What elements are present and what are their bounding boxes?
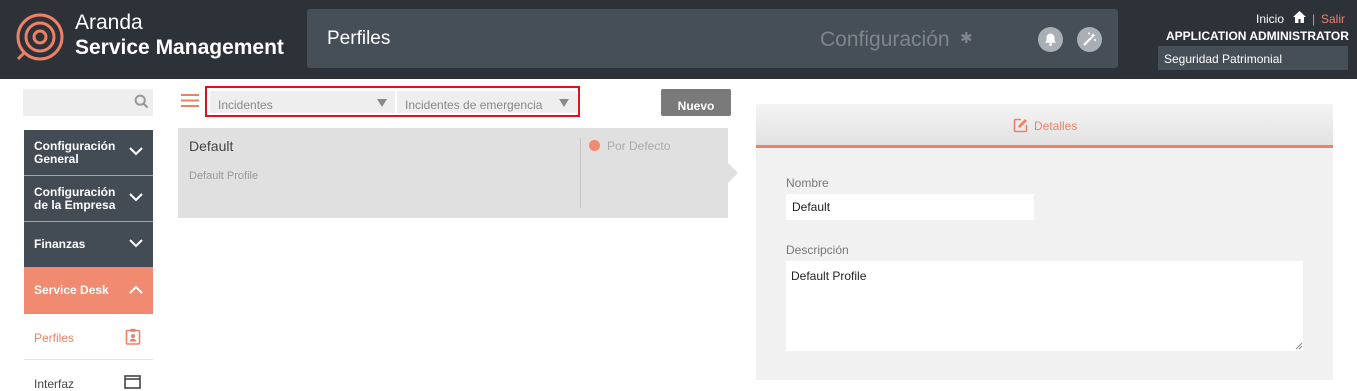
sidebar-subitem-label: Perfiles bbox=[34, 331, 75, 345]
logout-link[interactable]: Salir bbox=[1321, 12, 1345, 26]
page-title: Perfiles bbox=[327, 28, 391, 49]
sidebar-item-label-line2: General bbox=[34, 152, 79, 166]
window-icon bbox=[124, 375, 141, 389]
chevron-down-icon bbox=[129, 147, 143, 156]
category-select[interactable]: Incidentes bbox=[210, 91, 395, 113]
profile-name: Default bbox=[189, 138, 234, 154]
sidebar-item-configuracion-empresa[interactable]: Configuración de la Empresa bbox=[24, 176, 153, 222]
sidebar-subitem-label: Interfaz bbox=[34, 377, 75, 391]
brand-name: Aranda bbox=[75, 11, 143, 34]
dropdown-arrow-icon bbox=[377, 99, 387, 107]
filter-selection-frame: Incidentes Incidentes de emergencia bbox=[205, 86, 580, 117]
default-status-dot-icon bbox=[589, 140, 600, 151]
sidebar-item-label: Service Desk bbox=[34, 283, 109, 297]
magic-wand-icon bbox=[1083, 32, 1096, 46]
sidebar-menu: Configuración General Configuración de l… bbox=[24, 130, 153, 391]
top-bar: Aranda Service Management Perfiles Confi… bbox=[0, 0, 1357, 79]
sidebar-item-label: Configuración de la Empresa bbox=[34, 186, 115, 212]
menu-toggle-icon[interactable] bbox=[181, 94, 199, 107]
company-selector[interactable]: Seguridad Patrimonial bbox=[1158, 46, 1348, 70]
sidebar-subitem-perfiles[interactable]: Perfiles bbox=[24, 314, 153, 360]
sidebar-item-label-line2: de la Empresa bbox=[34, 198, 116, 212]
sidebar-item-label: Finanzas bbox=[34, 237, 86, 251]
tab-details[interactable]: Detalles bbox=[756, 104, 1333, 148]
profile-description: Default Profile bbox=[189, 170, 259, 182]
description-label: Descripción bbox=[786, 243, 849, 257]
sidebar-subitem-interfaz[interactable]: Interfaz bbox=[24, 360, 153, 391]
sidebar-item-label: Configuración General bbox=[34, 140, 115, 166]
aranda-logo-icon bbox=[16, 13, 64, 61]
home-link[interactable]: Inicio bbox=[1256, 12, 1284, 26]
profile-list-item[interactable]: Default Default Profile Por Defecto bbox=[178, 128, 728, 218]
card-divider bbox=[580, 138, 581, 208]
description-field[interactable]: Default Profile bbox=[786, 261, 1303, 351]
section-label: Configuración bbox=[820, 28, 950, 51]
category-select-value: Incidentes bbox=[218, 98, 273, 112]
gear-icon: ✱ bbox=[960, 30, 973, 47]
home-icon[interactable] bbox=[1292, 10, 1307, 24]
brand-product: Service Management bbox=[75, 36, 284, 59]
default-badge: Por Defecto bbox=[607, 139, 671, 153]
new-profile-button[interactable]: Nuevo bbox=[661, 89, 731, 116]
edit-icon bbox=[1013, 118, 1028, 133]
dropdown-arrow-icon bbox=[559, 99, 569, 107]
notifications-button[interactable] bbox=[1038, 27, 1063, 52]
link-separator: | bbox=[1312, 12, 1316, 26]
name-field[interactable] bbox=[786, 194, 1034, 220]
selection-pointer bbox=[728, 163, 738, 183]
sidebar-item-service-desk[interactable]: Service Desk bbox=[24, 268, 153, 314]
user-name: APPLICATION ADMINISTRATOR bbox=[1166, 29, 1349, 43]
name-label: Nombre bbox=[786, 176, 829, 190]
tab-details-label: Detalles bbox=[1034, 119, 1078, 133]
sidebar-item-finanzas[interactable]: Finanzas bbox=[24, 222, 153, 268]
sidebar-item-configuracion-general[interactable]: Configuración General bbox=[24, 130, 153, 176]
resize-grip-icon[interactable] bbox=[1295, 342, 1303, 350]
sidebar-search-input[interactable] bbox=[23, 89, 153, 116]
subcategory-select[interactable]: Incidentes de emergencia bbox=[397, 91, 577, 113]
chevron-up-icon bbox=[129, 285, 143, 294]
chevron-down-icon bbox=[129, 239, 143, 248]
title-bar: Perfiles Configuración ✱ bbox=[307, 9, 1118, 68]
details-panel: Detalles Nombre Descripción Default Prof… bbox=[756, 104, 1333, 380]
tools-button[interactable] bbox=[1077, 27, 1102, 52]
bell-icon bbox=[1045, 33, 1056, 46]
subcategory-select-value: Incidentes de emergencia bbox=[405, 98, 543, 112]
profile-badge-icon bbox=[125, 328, 141, 345]
chevron-down-icon bbox=[129, 193, 143, 202]
search-icon[interactable] bbox=[134, 94, 149, 109]
